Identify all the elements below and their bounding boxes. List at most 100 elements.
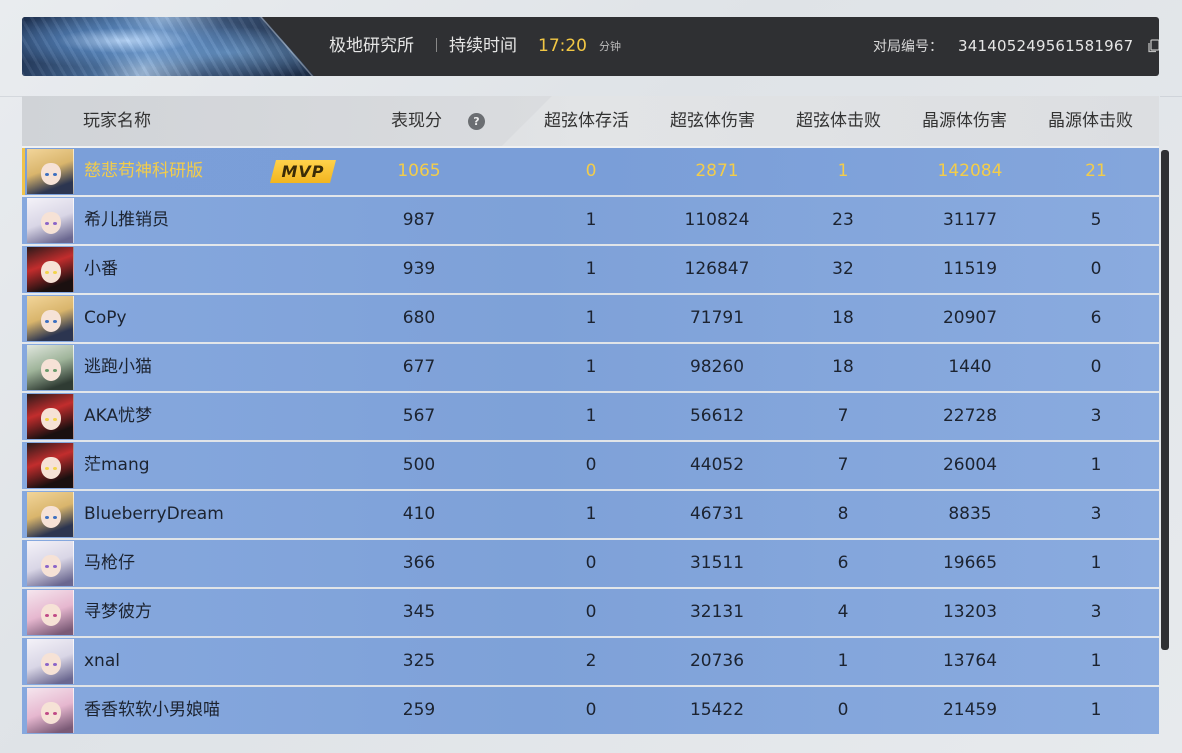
table-row[interactable]: 寻梦彼方 345 0 32131 4 13203 3 [22,589,1159,636]
super-kills-cell: 18 [832,308,854,328]
player-name: 茫mang [84,455,150,475]
crystal-kills-cell: 21 [1085,161,1107,181]
table-header: 玩家名称 表现分 ? 超弦体存活 超弦体伤害 超弦体击败 晶源体伤害 晶源体击败 [22,96,1159,148]
table-row[interactable]: BlueberryDream 410 1 46731 8 8835 3 [22,491,1159,538]
avatar-eye [45,418,49,421]
column-header-crystal-damage[interactable]: 晶源体伤害 [922,110,1007,132]
crystal-kills-cell: 1 [1090,651,1102,671]
avatar-eye [53,369,57,372]
player-avatar[interactable] [27,149,74,194]
player-name: 希儿推销员 [84,210,169,230]
score-cell: 500 [402,455,436,475]
score-cell: 677 [402,357,436,377]
avatar-eye [53,663,57,666]
score-cell: 680 [402,308,436,328]
table-row[interactable]: xnal 325 2 20736 1 13764 1 [22,638,1159,685]
column-header-score[interactable]: 表现分 [391,110,442,132]
player-avatar[interactable] [27,688,74,733]
survive-cell: 1 [585,357,597,377]
header-separator [436,38,437,52]
super-damage-cell: 46731 [689,504,745,524]
super-kills-cell: 1 [837,161,849,181]
player-avatar[interactable] [27,198,74,243]
score-cell: 410 [402,504,436,524]
super-damage-cell: 98260 [689,357,745,377]
scrollbar[interactable] [1161,150,1169,650]
avatar-eye [53,320,57,323]
column-header-player[interactable]: 玩家名称 [83,110,151,132]
column-header-super-kills[interactable]: 超弦体击败 [796,110,881,132]
player-avatar[interactable] [27,345,74,390]
copy-icon[interactable] [1147,39,1159,53]
super-damage-cell: 2871 [695,161,739,181]
crystal-kills-cell: 0 [1090,259,1102,279]
duration-unit: 分钟 [599,40,621,53]
column-header-super-damage[interactable]: 超弦体伤害 [670,110,755,132]
score-cell: 1065 [397,161,441,181]
crystal-damage-cell: 11519 [942,259,998,279]
table-row[interactable]: 慈悲苟神科研版 MVP 1065 0 2871 1 142084 21 [22,148,1159,195]
survive-cell: 1 [585,406,597,426]
super-kills-cell: 4 [837,602,849,622]
table-row[interactable]: 香香软软小男娘喵 259 0 15422 0 21459 1 [22,687,1159,734]
avatar-face [41,653,61,675]
avatar-eye [45,663,49,666]
match-id-value: 341405249561581967 [958,37,1134,55]
crystal-damage-cell: 31177 [942,210,998,230]
table-row[interactable]: 小番 939 1 126847 32 11519 0 [22,246,1159,293]
crystal-damage-cell: 20907 [942,308,998,328]
super-kills-cell: 7 [837,406,849,426]
crystal-kills-cell: 3 [1090,406,1102,426]
avatar-face [41,359,61,381]
survive-cell: 0 [585,602,597,622]
score-cell: 345 [402,602,436,622]
crystal-kills-cell: 5 [1090,210,1102,230]
column-header-crystal-kills[interactable]: 晶源体击败 [1048,110,1133,132]
score-cell: 325 [402,651,436,671]
avatar-eye [45,369,49,372]
crystal-kills-cell: 3 [1090,602,1102,622]
score-cell: 987 [402,210,436,230]
crystal-damage-cell: 13203 [942,602,998,622]
avatar-face [41,212,61,234]
player-avatar[interactable] [27,443,74,488]
avatar-eye [45,565,49,568]
crystal-damage-cell: 13764 [942,651,998,671]
table-row[interactable]: 马枪仔 366 0 31511 6 19665 1 [22,540,1159,587]
table-row[interactable]: AKA忧梦 567 1 56612 7 22728 3 [22,393,1159,440]
super-kills-cell: 32 [832,259,854,279]
column-header-survive[interactable]: 超弦体存活 [544,110,629,132]
player-avatar[interactable] [27,639,74,684]
avatar-eye [53,516,57,519]
player-avatar[interactable] [27,492,74,537]
map-name: 极地研究所 [329,36,414,56]
avatar-face [41,261,61,283]
super-kills-cell: 6 [837,553,849,573]
player-avatar[interactable] [27,394,74,439]
avatar-eye [45,222,49,225]
avatar-eye [45,271,49,274]
crystal-kills-cell: 1 [1090,700,1102,720]
super-damage-cell: 15422 [689,700,745,720]
help-icon[interactable]: ? [468,113,485,130]
table-row[interactable]: 茫mang 500 0 44052 7 26004 1 [22,442,1159,489]
avatar-eye [53,418,57,421]
survive-cell: 1 [585,504,597,524]
player-avatar[interactable] [27,247,74,292]
table-row[interactable]: 逃跑小猫 677 1 98260 18 1440 0 [22,344,1159,391]
player-name: AKA忧梦 [84,406,153,426]
super-kills-cell: 1 [837,651,849,671]
player-avatar[interactable] [27,590,74,635]
super-damage-cell: 110824 [684,210,750,230]
player-avatar[interactable] [27,296,74,341]
crystal-damage-cell: 1440 [948,357,992,377]
crystal-damage-cell: 19665 [942,553,998,573]
player-name: 香香软软小男娘喵 [84,700,220,720]
super-damage-cell: 32131 [689,602,745,622]
super-damage-cell: 31511 [689,553,745,573]
super-damage-cell: 56612 [689,406,745,426]
table-row[interactable]: CoPy 680 1 71791 18 20907 6 [22,295,1159,342]
table-row[interactable]: 希儿推销员 987 1 110824 23 31177 5 [22,197,1159,244]
player-avatar[interactable] [27,541,74,586]
survive-cell: 1 [585,308,597,328]
